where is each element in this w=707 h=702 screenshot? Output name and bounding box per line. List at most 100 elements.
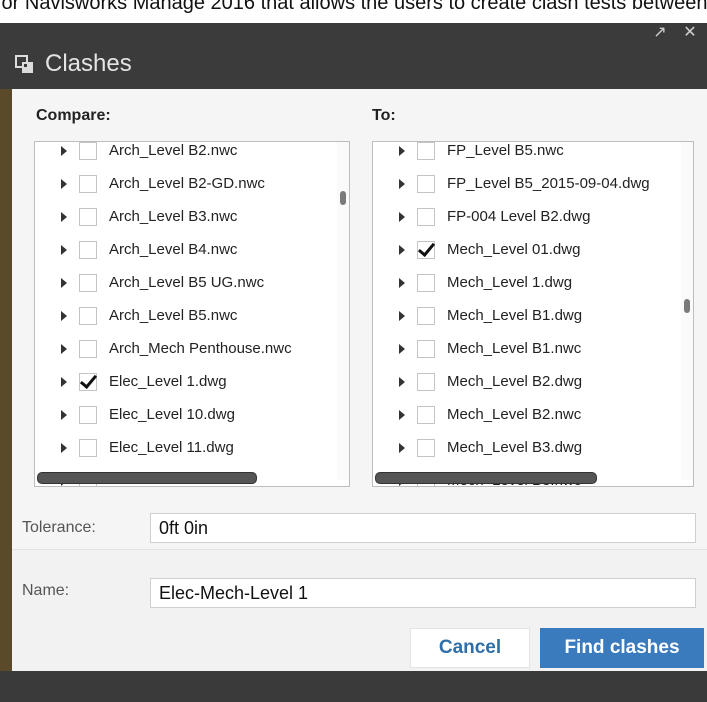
item-label: Mech_Level B3.dwg bbox=[447, 439, 583, 456]
expand-triangle-icon[interactable] bbox=[399, 343, 405, 354]
item-checkbox[interactable] bbox=[79, 339, 97, 358]
item-checkbox[interactable] bbox=[79, 405, 97, 424]
clashes-dialog: Clashes ↗ ✕ Compare: To: Arch_Level B2.n… bbox=[0, 23, 707, 702]
list-item[interactable]: Mech_Level B2.nwc bbox=[373, 398, 693, 431]
item-checkbox[interactable] bbox=[417, 240, 435, 259]
to-listbox[interactable]: FP_Level B5.nwc FP_Level B5_2015-09-04.dw… bbox=[372, 141, 694, 487]
item-label: Arch_Level B2.nwc bbox=[109, 142, 238, 159]
to-rows: FP_Level B5.nwc FP_Level B5_2015-09-04.dw… bbox=[373, 142, 693, 486]
caption-text: for Navisworks Manage 2016 that allows t… bbox=[0, 0, 707, 14]
expand-triangle-icon[interactable] bbox=[61, 277, 67, 288]
expand-triangle-icon[interactable] bbox=[61, 442, 67, 453]
list-item[interactable]: Mech_Level B1.nwc bbox=[373, 332, 693, 365]
item-label: Arch_Level B5 UG.nwc bbox=[109, 274, 265, 291]
expand-triangle-icon[interactable] bbox=[61, 376, 67, 387]
find-clashes-button[interactable]: Find clashes bbox=[540, 628, 704, 668]
item-checkbox[interactable] bbox=[417, 372, 435, 391]
list-item[interactable]: Mech_Level 1.dwg bbox=[373, 266, 693, 299]
expand-triangle-icon[interactable] bbox=[61, 244, 67, 255]
expand-triangle-icon[interactable] bbox=[399, 178, 405, 189]
expand-triangle-icon[interactable] bbox=[399, 310, 405, 321]
list-item[interactable]: Arch_Level B5 UG.nwc bbox=[35, 266, 349, 299]
item-label: Elec_Level 1.dwg bbox=[109, 373, 227, 390]
list-item[interactable]: Arch_Level B3.nwc bbox=[35, 200, 349, 233]
expand-triangle-icon[interactable] bbox=[61, 211, 67, 222]
item-label: Mech_Level B2.nwc bbox=[447, 406, 582, 423]
expand-triangle-icon[interactable] bbox=[399, 277, 405, 288]
item-label: Arch_Level B2-GD.nwc bbox=[109, 175, 265, 192]
list-item[interactable]: Arch_Level B2-GD.nwc bbox=[35, 167, 349, 200]
expand-triangle-icon[interactable] bbox=[399, 376, 405, 387]
close-icon[interactable]: ✕ bbox=[678, 23, 702, 47]
dialog-titlebar: Clashes ↗ ✕ bbox=[0, 23, 707, 89]
list-item[interactable]: Mech_Level 01.dwg bbox=[373, 233, 693, 266]
list-item[interactable]: Arch_Level B2.nwc bbox=[35, 142, 349, 167]
item-checkbox[interactable] bbox=[417, 207, 435, 226]
compare-vscroll[interactable] bbox=[337, 142, 349, 480]
expand-triangle-icon[interactable] bbox=[61, 145, 67, 156]
item-label: Elec_Level 11.dwg bbox=[109, 439, 234, 456]
compare-rows: Arch_Level B2.nwc Arch_Level B2-GD.nwc Arc… bbox=[35, 142, 349, 486]
item-checkbox[interactable] bbox=[79, 306, 97, 325]
expand-triangle-icon[interactable] bbox=[61, 178, 67, 189]
item-checkbox[interactable] bbox=[79, 174, 97, 193]
restore-icon[interactable]: ↗ bbox=[648, 23, 672, 47]
compare-listbox[interactable]: Arch_Level B2.nwc Arch_Level B2-GD.nwc Arc… bbox=[34, 141, 350, 487]
expand-triangle-icon[interactable] bbox=[61, 310, 67, 321]
item-checkbox[interactable] bbox=[417, 142, 435, 160]
expand-triangle-icon[interactable] bbox=[399, 442, 405, 453]
item-label: Mech_Level B1.nwc bbox=[447, 340, 582, 357]
item-checkbox[interactable] bbox=[417, 339, 435, 358]
list-item[interactable]: Arch_Mech Penthouse.nwc bbox=[35, 332, 349, 365]
item-label: Mech_Level 01.dwg bbox=[447, 241, 581, 258]
to-vscroll[interactable] bbox=[681, 142, 693, 480]
compare-hscroll-thumb[interactable] bbox=[37, 472, 257, 484]
dialog-title: Clashes bbox=[45, 50, 132, 77]
list-item[interactable]: FP-004 Level B2.dwg bbox=[373, 200, 693, 233]
list-item[interactable]: FP_Level B5.nwc bbox=[373, 142, 693, 167]
item-checkbox[interactable] bbox=[417, 438, 435, 457]
item-label: FP-004 Level B2.dwg bbox=[447, 208, 591, 225]
item-checkbox[interactable] bbox=[79, 207, 97, 226]
list-item[interactable]: Arch_Level B5.nwc bbox=[35, 299, 349, 332]
dialog-content: Compare: To: Arch_Level B2.nwc Arch_Level… bbox=[12, 89, 707, 672]
item-checkbox[interactable] bbox=[79, 372, 97, 391]
background-caption: for Navisworks Manage 2016 that allows t… bbox=[0, 0, 707, 24]
expand-triangle-icon[interactable] bbox=[399, 145, 405, 156]
item-checkbox[interactable] bbox=[79, 142, 97, 160]
item-checkbox[interactable] bbox=[417, 405, 435, 424]
compare-vscroll-thumb[interactable] bbox=[340, 191, 346, 205]
list-item[interactable]: Arch_Level B4.nwc bbox=[35, 233, 349, 266]
item-checkbox[interactable] bbox=[79, 273, 97, 292]
cancel-button[interactable]: Cancel bbox=[410, 628, 530, 668]
item-checkbox[interactable] bbox=[417, 306, 435, 325]
to-hscroll-thumb[interactable] bbox=[375, 472, 597, 484]
item-checkbox[interactable] bbox=[79, 438, 97, 457]
tolerance-input[interactable] bbox=[150, 513, 696, 543]
tolerance-label: Tolerance: bbox=[22, 519, 96, 536]
list-item[interactable]: Mech_Level B1.dwg bbox=[373, 299, 693, 332]
list-item[interactable]: Elec_Level 1.dwg bbox=[35, 365, 349, 398]
expand-triangle-icon[interactable] bbox=[61, 409, 67, 420]
compare-label: Compare: bbox=[36, 107, 111, 124]
expand-triangle-icon[interactable] bbox=[399, 244, 405, 255]
to-vscroll-thumb[interactable] bbox=[684, 299, 690, 313]
expand-triangle-icon[interactable] bbox=[399, 211, 405, 222]
expand-triangle-icon[interactable] bbox=[399, 409, 405, 420]
item-label: Elec_Level 10.dwg bbox=[109, 406, 235, 423]
list-item[interactable]: Mech_Level B3.dwg bbox=[373, 431, 693, 464]
item-checkbox[interactable] bbox=[79, 240, 97, 259]
list-item[interactable]: FP_Level B5_2015-09-04.dwg bbox=[373, 167, 693, 200]
item-checkbox[interactable] bbox=[417, 174, 435, 193]
dialog-bottom-edge bbox=[0, 671, 707, 702]
expand-triangle-icon[interactable] bbox=[61, 343, 67, 354]
list-item[interactable]: Elec_Level 10.dwg bbox=[35, 398, 349, 431]
item-checkbox[interactable] bbox=[417, 273, 435, 292]
item-label: Arch_Level B4.nwc bbox=[109, 241, 238, 258]
list-item[interactable]: Mech_Level B2.dwg bbox=[373, 365, 693, 398]
item-label: FP_Level B5_2015-09-04.dwg bbox=[447, 175, 650, 192]
name-input[interactable] bbox=[150, 578, 696, 608]
name-label: Name: bbox=[22, 582, 70, 599]
list-item[interactable]: Elec_Level 11.dwg bbox=[35, 431, 349, 464]
item-label: Mech_Level B2.dwg bbox=[447, 373, 583, 390]
